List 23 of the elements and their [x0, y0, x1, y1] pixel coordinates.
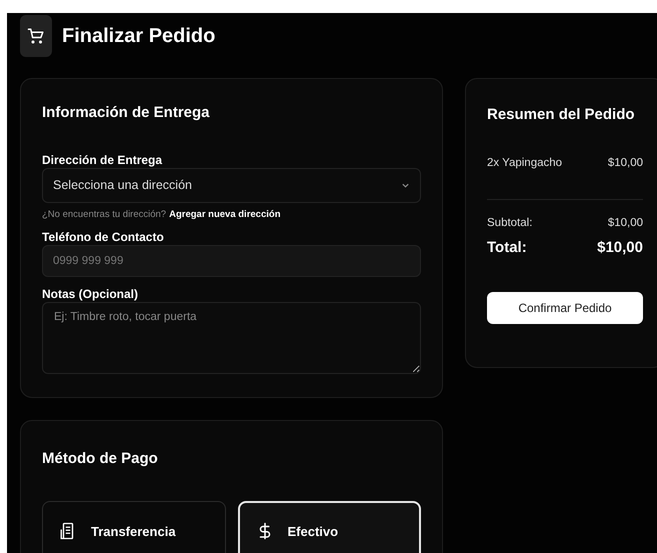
cart-icon: [27, 26, 45, 44]
total-label: Total:: [487, 238, 527, 258]
hint-text: ¿No encuentras tu dirección?: [42, 208, 166, 222]
field-label: Teléfono de Contacto: [42, 230, 164, 244]
field-label: Notas (Opcional): [42, 287, 138, 302]
phone-field[interactable]: 0999 999 999: [42, 245, 421, 278]
subtotal-value: $10,00: [608, 216, 643, 232]
confirm-button[interactable]: Confirmar Pedido: [487, 292, 643, 324]
card-title: Método de Pago: [42, 449, 159, 470]
payment-option[interactable]: Efectivo: [238, 501, 421, 553]
item-price: $10,00: [608, 156, 643, 171]
chevron-down-icon: [401, 181, 410, 190]
subtotal-label: Subtotal:: [487, 216, 532, 232]
address-select[interactable]: Selecciona una dirección: [42, 168, 421, 203]
payment-option[interactable]: Transferencia: [42, 501, 226, 553]
notes-field[interactable]: Ej: Timbre roto, tocar puerta: [42, 302, 421, 374]
item-name: 2x Yapingacho: [487, 156, 562, 171]
card-title: Información de Entrega: [42, 103, 211, 123]
card-title: Resumen del Pedido: [487, 105, 636, 125]
field-label: Dirección de Entrega: [42, 153, 162, 167]
total-value: $10,00: [597, 238, 643, 258]
page-title: Finalizar Pedido: [62, 24, 216, 48]
add-address-link[interactable]: Agregar nueva dirección: [169, 208, 280, 222]
